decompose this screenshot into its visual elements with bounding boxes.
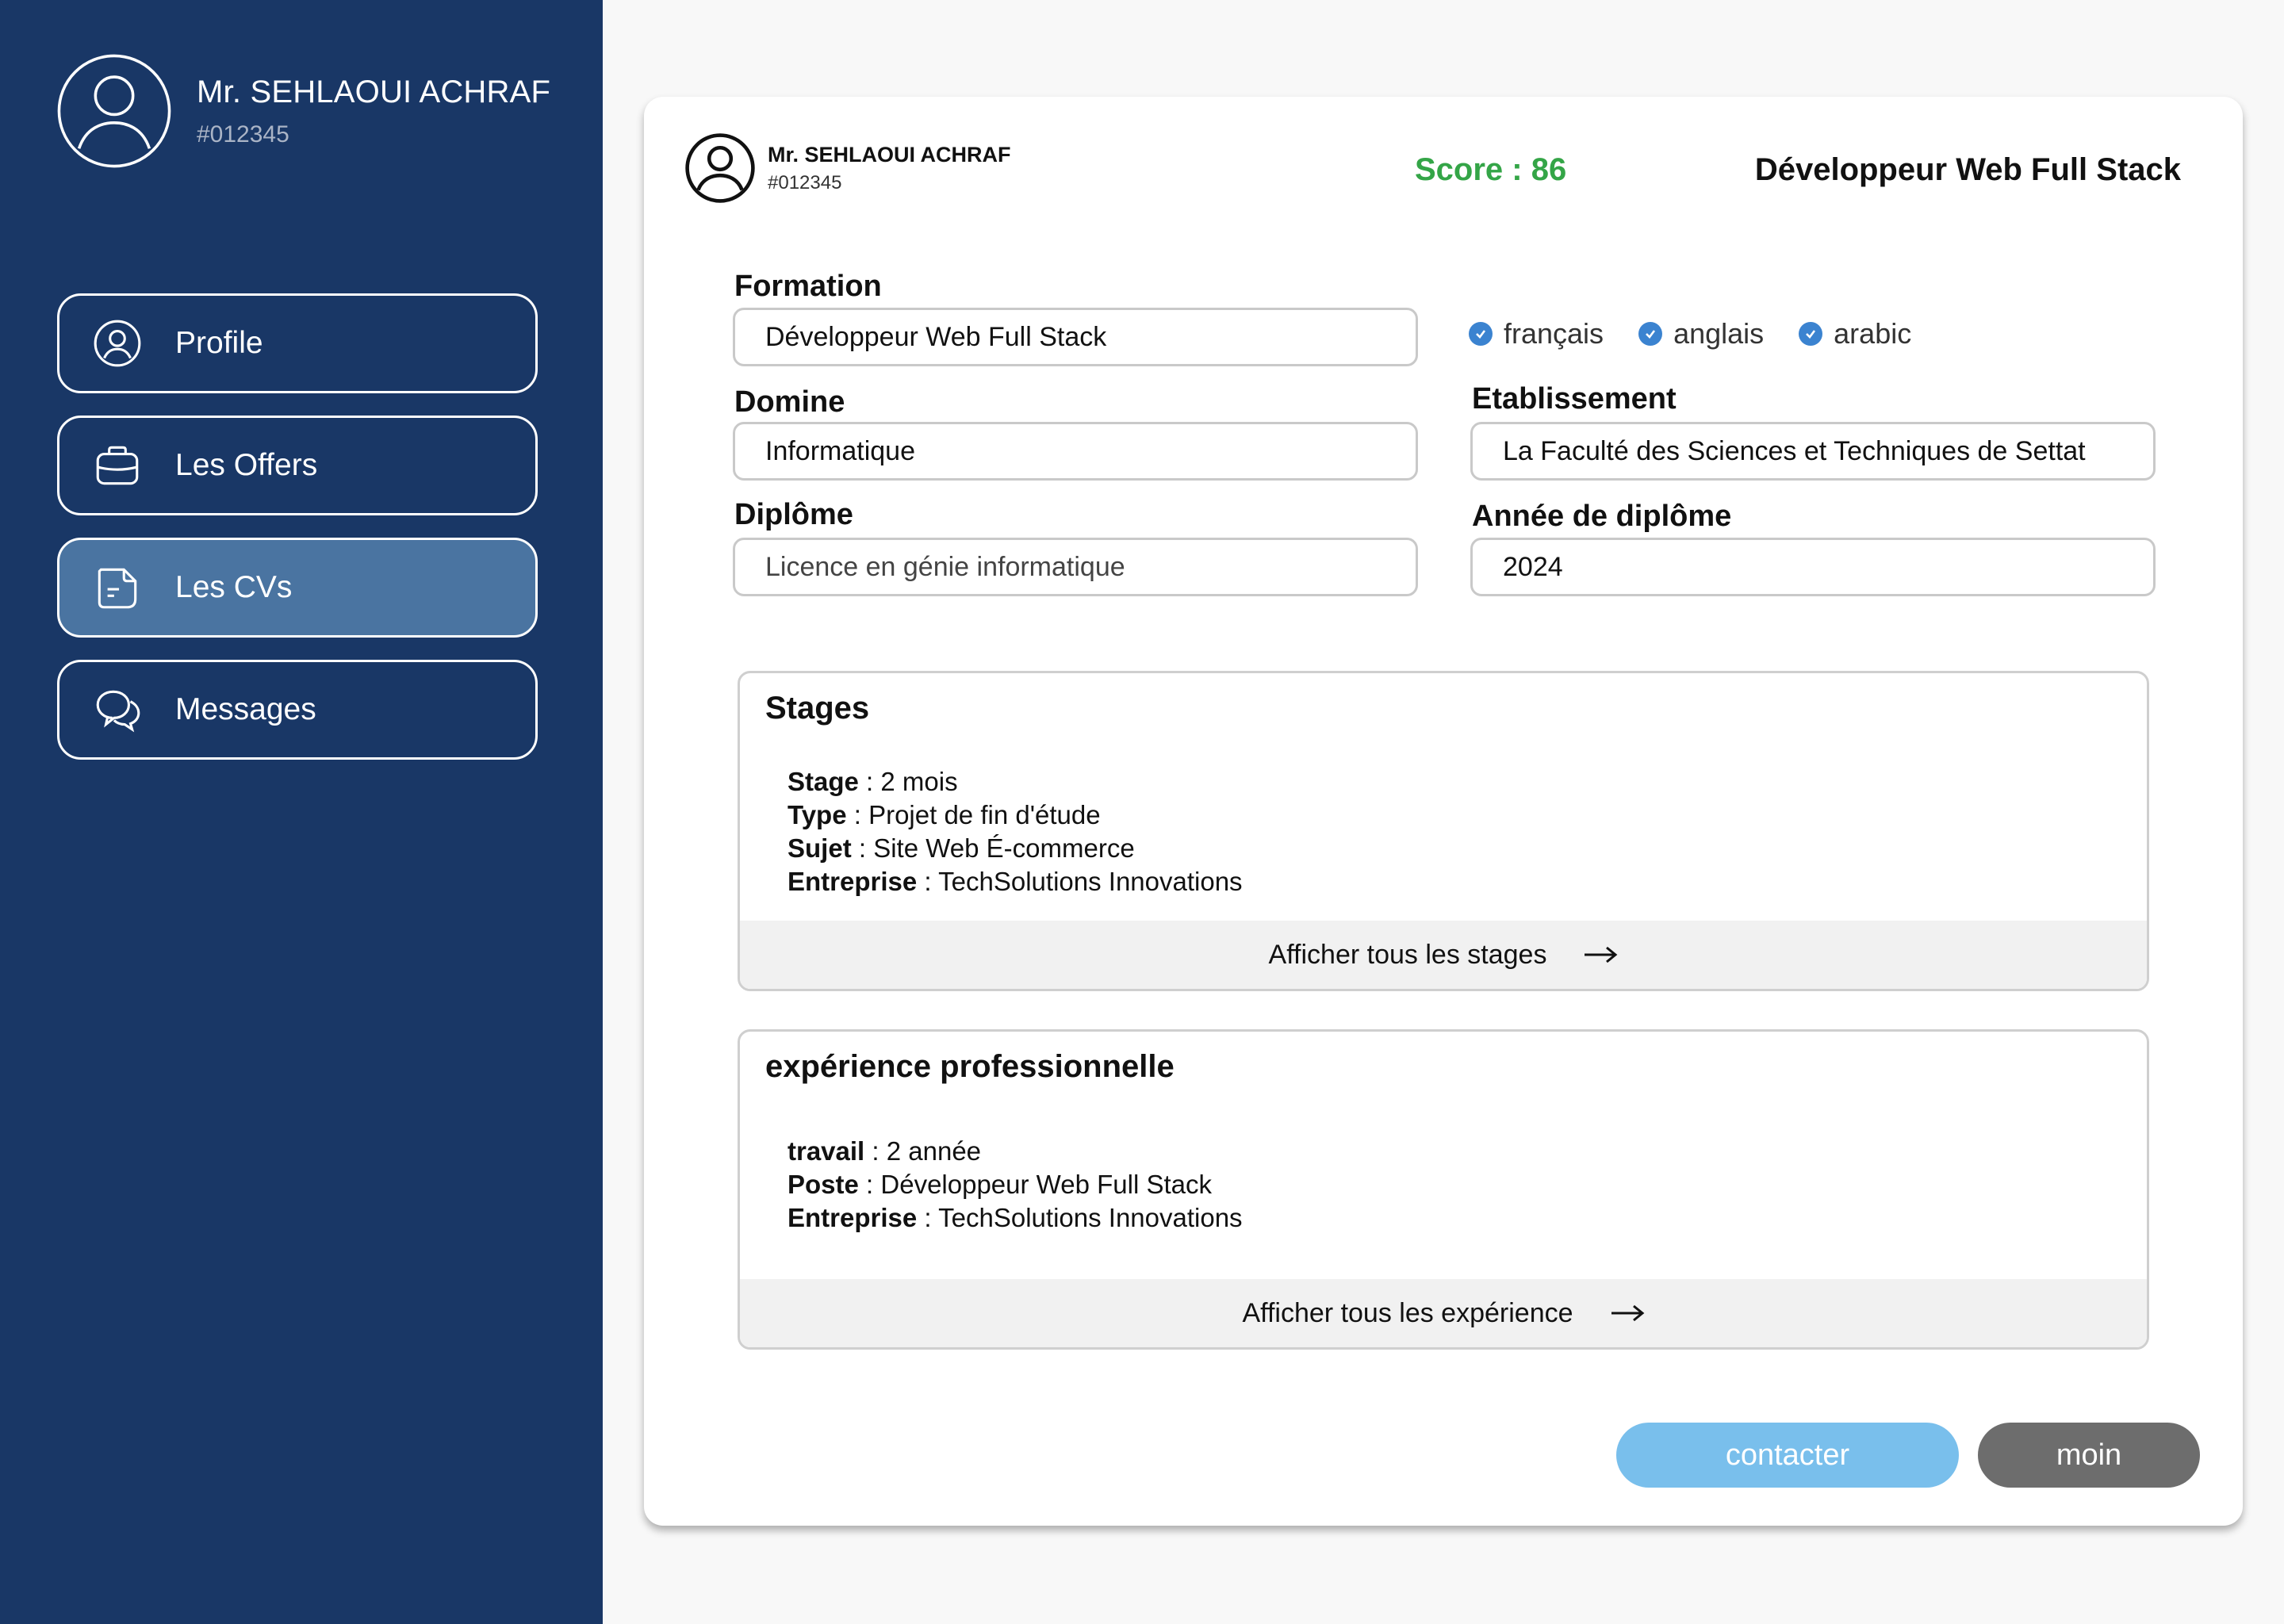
card-header: Mr. SEHLAOUI ACHRAF #012345 Score : 86 D… xyxy=(684,132,2195,211)
language-francais-checkbox[interactable]: français xyxy=(1469,317,1604,350)
document-icon xyxy=(91,561,144,614)
language-arabic-checkbox[interactable]: arabic xyxy=(1799,317,1911,350)
user-circle-icon xyxy=(91,317,144,370)
stages-details: Stage : 2 mois Type : Projet de fin d'ét… xyxy=(788,765,1243,898)
check-icon xyxy=(1799,322,1823,346)
experience-row: Entreprise : TechSolutions Innovations xyxy=(788,1203,1243,1232)
show-all-experience-button[interactable]: Afficher tous les expérience xyxy=(740,1279,2147,1347)
sidebar: Mr. SEHLAOUI ACHRAF #012345 Profile Les … xyxy=(0,0,603,1624)
language-checkboxes: français anglais arabic xyxy=(1469,317,1946,350)
stage-row: Sujet : Site Web É-commerce xyxy=(788,833,1135,863)
language-anglais-checkbox[interactable]: anglais xyxy=(1638,317,1764,350)
show-all-stages-label: Afficher tous les stages xyxy=(1268,939,1547,970)
experience-row: travail : 2 année xyxy=(788,1136,982,1166)
sidebar-item-cvs[interactable]: Les CVs xyxy=(57,538,538,638)
stages-panel: Stages Stage : 2 mois Type : Projet de f… xyxy=(738,671,2149,991)
sidebar-item-offers[interactable]: Les Offers xyxy=(57,416,538,515)
sidebar-item-label: Les CVs xyxy=(175,570,293,604)
etablissement-label: Etablissement xyxy=(1472,382,1677,416)
sidebar-user-name: Mr. SEHLAOUI ACHRAF xyxy=(197,74,551,109)
stage-row: Entreprise : TechSolutions Innovations xyxy=(788,867,1243,896)
annee-field[interactable]: 2024 xyxy=(1470,538,2156,596)
formation-label: Formation xyxy=(734,270,882,303)
briefcase-icon xyxy=(91,439,144,492)
sidebar-item-label: Messages xyxy=(175,692,316,726)
sidebar-item-label: Les Offers xyxy=(175,448,318,482)
arrow-right-icon xyxy=(1610,1304,1645,1323)
app: Mr. SEHLAOUI ACHRAF #012345 Profile Les … xyxy=(0,0,2284,1624)
sidebar-item-messages[interactable]: Messages xyxy=(57,660,538,760)
sidebar-item-label: Profile xyxy=(175,326,263,360)
stage-row: Stage : 2 mois xyxy=(788,767,958,796)
contact-button[interactable]: contacter xyxy=(1616,1423,1959,1488)
experience-panel: expérience professionnelle travail : 2 a… xyxy=(738,1029,2149,1350)
check-icon xyxy=(1469,322,1493,346)
stages-title: Stages xyxy=(765,691,870,726)
candidate-name: Mr. SEHLAOUI ACHRAF xyxy=(768,142,1011,167)
language-label: arabic xyxy=(1834,317,1912,350)
sidebar-user: Mr. SEHLAOUI ACHRAF #012345 xyxy=(56,52,550,170)
arrow-right-icon xyxy=(1583,945,1618,964)
diplome-label: Diplôme xyxy=(734,498,853,531)
experience-title: expérience professionnelle xyxy=(765,1049,1175,1084)
domaine-label: Domine xyxy=(734,385,845,419)
domaine-field[interactable]: Informatique xyxy=(733,422,1418,481)
user-avatar-icon xyxy=(56,52,173,170)
experience-details: travail : 2 année Poste : Développeur We… xyxy=(788,1135,1243,1235)
moin-button[interactable]: moin xyxy=(1978,1423,2200,1488)
formation-field[interactable]: Développeur Web Full Stack xyxy=(733,308,1418,366)
annee-label: Année de diplôme xyxy=(1472,500,1732,533)
diplome-field[interactable]: Licence en génie informatique xyxy=(733,538,1418,596)
candidate-job-title: Développeur Web Full Stack xyxy=(1754,152,2181,187)
check-icon xyxy=(1638,322,1663,346)
candidate-id: #012345 xyxy=(768,171,842,193)
sidebar-nav: Profile Les Offers Les CVs Messages xyxy=(57,293,538,782)
language-label: anglais xyxy=(1673,317,1765,350)
chat-bubbles-icon xyxy=(91,684,144,736)
show-all-experience-label: Afficher tous les expérience xyxy=(1242,1297,1573,1328)
cv-detail-card: Mr. SEHLAOUI ACHRAF #012345 Score : 86 D… xyxy=(644,97,2243,1526)
user-avatar-icon xyxy=(684,132,757,205)
candidate-score: Score : 86 xyxy=(1415,152,1567,187)
sidebar-item-profile[interactable]: Profile xyxy=(57,293,538,393)
stage-row: Type : Projet de fin d'étude xyxy=(788,800,1101,829)
experience-row: Poste : Développeur Web Full Stack xyxy=(788,1170,1212,1199)
sidebar-user-id: #012345 xyxy=(197,121,289,147)
show-all-stages-button[interactable]: Afficher tous les stages xyxy=(740,921,2147,989)
etablissement-field[interactable]: La Faculté des Sciences et Techniques de… xyxy=(1470,422,2156,481)
language-label: français xyxy=(1504,317,1604,350)
